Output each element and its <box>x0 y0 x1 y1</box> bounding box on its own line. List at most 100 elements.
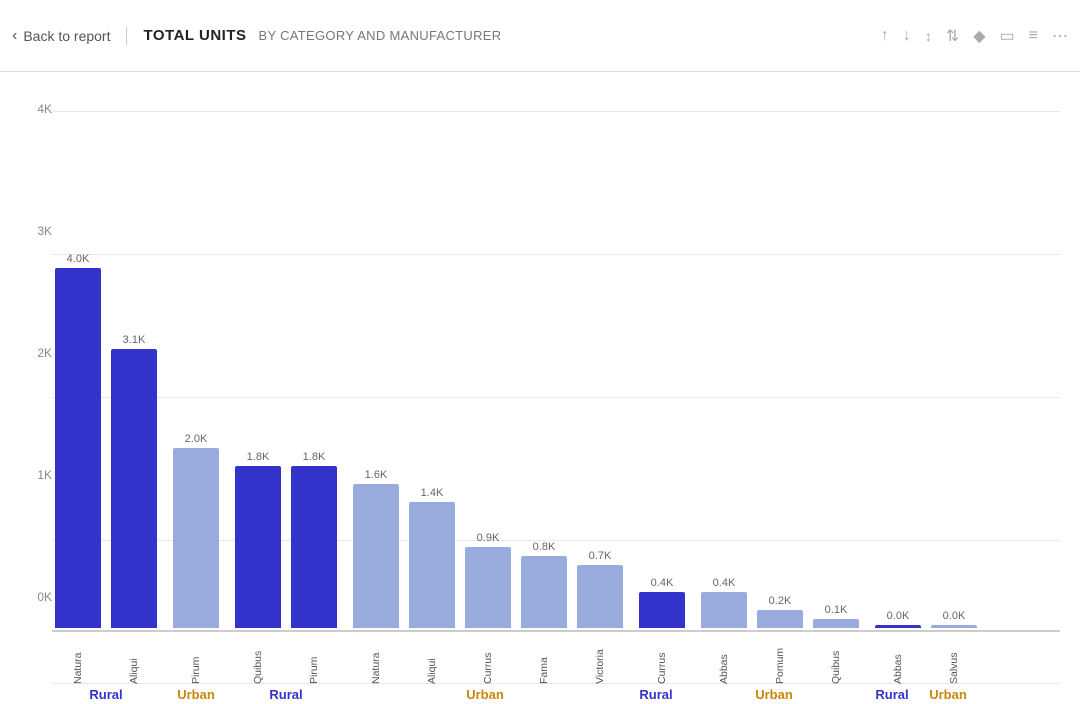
bar-value-abbas-urban3: 0.4K <box>713 577 736 589</box>
bar-pirum-rural2: 1.8K Pirum <box>288 451 340 684</box>
bar-label-pirum-urban1: Pirum <box>190 632 202 684</box>
title-section: TOTAL UNITS BY CATEGORY AND MANUFACTURER <box>143 27 880 44</box>
bar-value-natura-rural: 4.0K <box>67 253 90 265</box>
cat-spacer-6 <box>856 686 866 704</box>
bar-rect-pirum-urban1 <box>173 448 219 628</box>
bar-rect-fama-urban2 <box>521 556 567 628</box>
bar-quibus-rural2: 1.8K Quibus <box>232 451 284 684</box>
bar-label-aliqui-rural1: Aliqui <box>128 632 140 684</box>
bar-label-fama-urban2: Fama <box>538 632 550 684</box>
bar-rect-pomum-urban3 <box>757 610 803 628</box>
y-label-3k: 3K <box>37 224 52 238</box>
group-urban-1: 2.0K Pirum <box>170 433 222 684</box>
sort-both-icon[interactable]: ↕ <box>925 28 932 44</box>
group-rural-2: 1.8K Quibus 1.8K Pirum <box>232 451 340 684</box>
bar-value-natura-urban2: 1.6K <box>365 469 388 481</box>
bar-pomum-urban3: 0.2K Pomum <box>754 595 806 684</box>
chevron-left-icon: ‹ <box>12 27 17 45</box>
group-urban-4: 0.0K Salvus <box>928 610 980 684</box>
bar-abbas-rural4: 0.0K Abbas <box>872 610 924 684</box>
bar-value-quibus-rural2: 1.8K <box>247 451 270 463</box>
bar-value-pirum-rural2: 1.8K <box>303 451 326 463</box>
bar-salvus-urban4: 0.0K Salvus <box>928 610 980 684</box>
bar-natura-rural: 4.0K Natura <box>52 253 104 684</box>
category-label-rural-1: Rural <box>89 687 122 702</box>
bar-value-aliqui-rural1: 3.1K <box>123 334 146 346</box>
bar-aliqui-rural1: 3.1K Aliqui <box>108 334 160 684</box>
chart-title: TOTAL UNITS <box>143 27 246 44</box>
group-urban-2: 1.6K Natura 1.4K Aliqui 0.9K Currus <box>350 469 626 684</box>
chart-main: 4.0K Natura 3.1K Aliqui 2.0K <box>52 82 1060 704</box>
copy-icon[interactable]: ▭ <box>1000 26 1015 46</box>
category-rural-1: Rural <box>52 686 160 704</box>
bar-rect-natura-urban2 <box>353 484 399 628</box>
category-urban-1: Urban <box>170 686 222 704</box>
category-label-rural-3: Rural <box>639 687 672 702</box>
bar-label-pirum-rural2: Pirum <box>308 632 320 684</box>
filter-icon[interactable]: ⇅ <box>946 26 959 46</box>
bar-victoria-urban2: 0.7K Victoria <box>574 550 626 684</box>
category-label-urban-4: Urban <box>929 687 967 702</box>
category-label-rural-4: Rural <box>875 687 908 702</box>
bar-label-natura-urban2: Natura <box>370 632 382 684</box>
bar-value-currus-urban2: 0.9K <box>477 532 500 544</box>
back-button[interactable]: ‹ Back to report <box>12 27 127 45</box>
more-icon[interactable]: ⋯ <box>1052 26 1068 46</box>
bar-label-abbas-rural4: Abbas <box>892 632 904 684</box>
bar-label-currus-rural3: Currus <box>656 632 668 684</box>
bar-rect-abbas-rural4 <box>875 625 921 628</box>
cat-spacer-3 <box>340 686 350 704</box>
cat-spacer-5 <box>682 686 692 704</box>
bar-label-salvus-urban4: Salvus <box>948 632 960 684</box>
category-label-rural-2: Rural <box>269 687 302 702</box>
category-label-urban-3: Urban <box>755 687 793 702</box>
y-label-2k: 2K <box>37 346 52 360</box>
y-label-1k: 1K <box>37 468 52 482</box>
bar-value-abbas-rural4: 0.0K <box>887 610 910 622</box>
bar-label-abbas-urban3: Abbas <box>718 632 730 684</box>
bar-label-aliqui-urban2: Aliqui <box>426 632 438 684</box>
bar-label-natura-rural: Natura <box>72 632 84 684</box>
category-rural-2: Rural <box>232 686 340 704</box>
bar-rect-abbas-urban3 <box>701 592 747 628</box>
bar-rect-natura-rural <box>55 268 101 628</box>
category-label-urban-1: Urban <box>177 687 215 702</box>
chart-container: 4K 3K 2K 1K 0K 4.0K N <box>0 72 1080 704</box>
bar-value-currus-rural3: 0.4K <box>651 577 674 589</box>
bar-currus-urban2: 0.9K Currus <box>462 532 514 684</box>
menu-icon[interactable]: ≡ <box>1029 27 1038 45</box>
cat-spacer-2 <box>222 686 232 704</box>
sort-desc-icon[interactable]: ↓ <box>903 27 911 45</box>
y-label-0k: 0K <box>37 590 52 604</box>
bar-label-victoria-urban2: Victoria <box>594 632 606 684</box>
bar-aliqui-urban2: 1.4K Aliqui <box>406 487 458 684</box>
cat-spacer-4 <box>620 686 630 704</box>
bar-label-pomum-urban3: Pomum <box>774 632 786 684</box>
bar-rect-quibus-urban3 <box>813 619 859 628</box>
cat-spacer-1 <box>160 686 170 704</box>
bar-natura-urban2: 1.6K Natura <box>350 469 402 684</box>
category-urban-3: Urban <box>692 686 856 704</box>
bar-fama-urban2: 0.8K Fama <box>518 541 570 684</box>
bar-rect-salvus-urban4 <box>931 625 977 628</box>
category-labels-row: Rural Urban Rural Urban Rural <box>52 684 1060 704</box>
back-label: Back to report <box>23 28 110 44</box>
toolbar-icons: ↑ ↓ ↕ ⇅ ◆ ▭ ≡ ⋯ <box>881 26 1068 46</box>
bar-value-victoria-urban2: 0.7K <box>589 550 612 562</box>
bar-rect-aliqui-urban2 <box>409 502 455 628</box>
bar-rect-aliqui-rural1 <box>111 349 157 628</box>
y-axis: 4K 3K 2K 1K 0K <box>20 82 52 704</box>
bar-rect-quibus-rural2 <box>235 466 281 628</box>
bar-value-pirum-urban1: 2.0K <box>185 433 208 445</box>
bar-pirum-urban1: 2.0K Pirum <box>170 433 222 684</box>
sort-asc-icon[interactable]: ↑ <box>881 27 889 45</box>
bar-rect-currus-rural3 <box>639 592 685 628</box>
category-rural-4: Rural <box>866 686 918 704</box>
bar-label-quibus-urban3: Quibus <box>830 632 842 684</box>
star-icon[interactable]: ◆ <box>973 26 985 46</box>
bar-value-aliqui-urban2: 1.4K <box>421 487 444 499</box>
group-rural-1: 4.0K Natura 3.1K Aliqui <box>52 253 160 684</box>
group-rural-4: 0.0K Abbas <box>872 610 924 684</box>
chart-subtitle: BY CATEGORY AND MANUFACTURER <box>258 28 501 43</box>
y-label-4k: 4K <box>37 102 52 116</box>
